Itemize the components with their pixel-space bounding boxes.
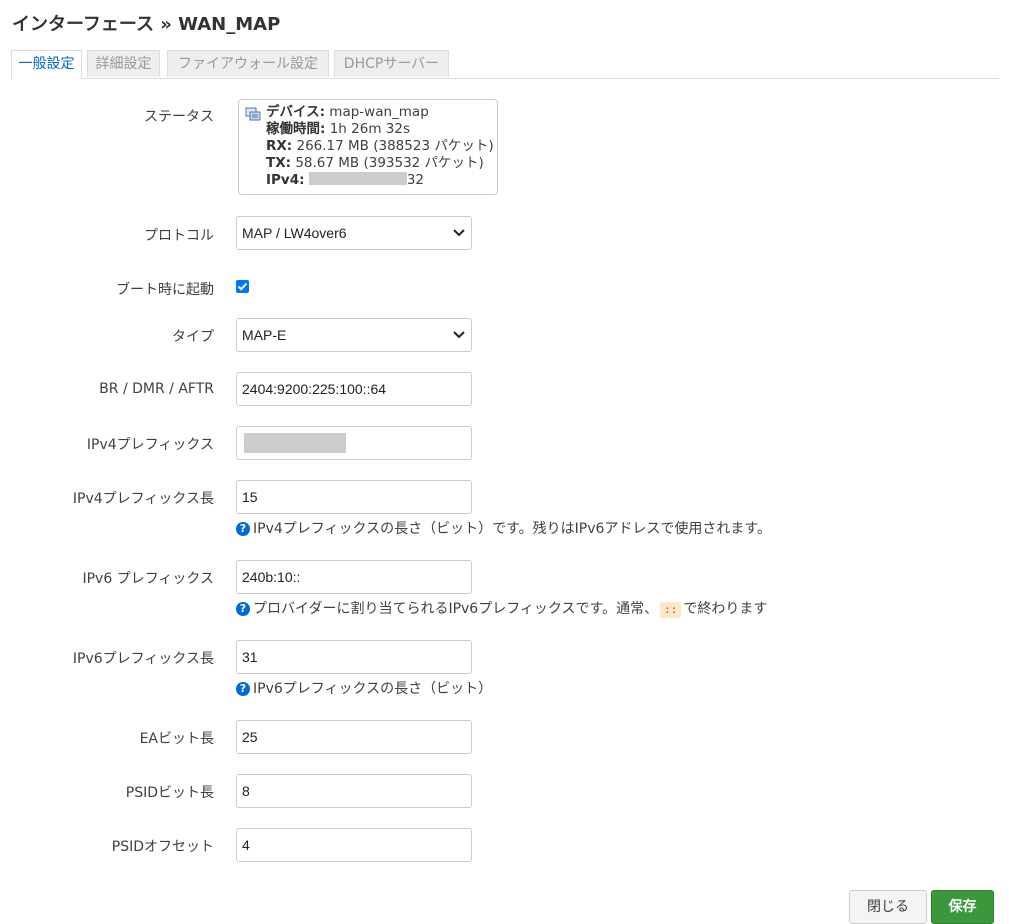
ipv4-prefix-input[interactable]	[236, 426, 472, 460]
chevron-down-icon	[453, 331, 465, 339]
tab-general[interactable]: 一般設定	[11, 50, 82, 79]
ipv6-prefix-len-help: ? IPv6プレフィックスの長さ（ビット）	[236, 678, 492, 698]
device-key: デバイス:	[266, 104, 325, 120]
close-button[interactable]: 閉じる	[849, 890, 927, 924]
type-value: MAP-E	[242, 327, 287, 343]
rx-value: 266.17 MB (388523 パケット)	[296, 138, 494, 154]
ipv6-prefix-input[interactable]: 240b:10::	[236, 560, 472, 594]
protocol-label: プロトコル	[144, 228, 214, 244]
tab-firewall[interactable]: ファイアウォール設定	[167, 50, 329, 77]
ipv4-prefix-len-input[interactable]: 15	[236, 480, 472, 514]
ipv4-key: IPv4:	[266, 172, 305, 188]
ipv6-prefix-label: IPv6 プレフィックス	[82, 571, 214, 587]
br-label: BR / DMR / AFTR	[99, 381, 214, 397]
boot-label: ブート時に起動	[116, 282, 214, 298]
ipv6-prefix-len-input[interactable]: 31	[236, 640, 472, 674]
ipv6-prefix-help-after: で終わります	[683, 601, 768, 617]
ipv6-prefix-help: ? プロバイダーに割り当てられるIPv6プレフィックスです。通常、:: で終わります	[236, 598, 767, 618]
tab-dhcp[interactable]: DHCPサーバー	[334, 50, 449, 77]
ea-len-label: EAビット長	[139, 731, 214, 747]
ipv4-prefix-len-help: ? IPv4プレフィックスの長さ（ビット）です。残りはIPv6アドレスで使用されま…	[236, 518, 771, 538]
tx-key: TX:	[266, 155, 292, 171]
checkmark-icon	[237, 282, 248, 291]
psid-len-label: PSIDビット長	[125, 785, 214, 801]
network-device-icon	[245, 107, 261, 121]
ipv4-prefix-redacted	[244, 433, 346, 454]
page-title: インターフェース » WAN_MAP	[12, 14, 281, 35]
uptime-value: 1h 26m 32s	[329, 121, 410, 137]
code-snippet: ::	[660, 602, 682, 618]
chevron-down-icon	[453, 229, 465, 237]
ipv6-prefix-len-label: IPv6プレフィックス長	[72, 651, 214, 667]
type-select[interactable]: MAP-E	[236, 318, 472, 352]
ipv4-prefix-len-help-text: IPv4プレフィックスの長さ（ビット）です。残りはIPv6アドレスで使用されます…	[253, 521, 772, 537]
psid-len-input[interactable]: 8	[236, 774, 472, 808]
psid-offset-input[interactable]: 4	[236, 828, 472, 862]
ea-len-input[interactable]: 25	[236, 720, 472, 754]
ipv4-suffix: 32	[406, 172, 424, 188]
protocol-select[interactable]: MAP / LW4over6	[236, 216, 472, 250]
save-button[interactable]: 保存	[931, 890, 994, 924]
ipv6-prefix-help-before: プロバイダーに割り当てられるIPv6プレフィックスです。通常、	[253, 601, 659, 617]
protocol-value: MAP / LW4over6	[242, 225, 347, 241]
tab-bar: 一般設定 詳細設定 ファイアウォール設定 DHCPサーバー	[11, 50, 999, 79]
type-label: タイプ	[172, 329, 214, 345]
ipv4-prefix-len-label: IPv4プレフィックス長	[72, 491, 214, 507]
psid-offset-label: PSIDオフセット	[111, 839, 214, 855]
device-value: map-wan_map	[329, 104, 429, 120]
boot-checkbox[interactable]	[236, 280, 249, 293]
tab-advanced[interactable]: 詳細設定	[87, 50, 160, 77]
status-label: ステータス	[144, 109, 214, 125]
ipv4-prefix-label: IPv4プレフィックス	[86, 437, 214, 453]
help-icon: ?	[236, 602, 250, 616]
help-icon: ?	[236, 682, 250, 696]
status-box: デバイス: map-wan_map 稼働時間: 1h 26m 32s RX: 2…	[238, 99, 498, 195]
ipv4-redacted	[308, 172, 407, 185]
uptime-key: 稼働時間:	[266, 121, 326, 137]
rx-key: RX:	[266, 138, 293, 154]
help-icon: ?	[236, 522, 250, 536]
tx-value: 58.67 MB (393532 パケット)	[295, 155, 484, 171]
br-input[interactable]: 2404:9200:225:100::64	[236, 372, 472, 406]
ipv6-prefix-len-help-text: IPv6プレフィックスの長さ（ビット）	[253, 681, 493, 697]
